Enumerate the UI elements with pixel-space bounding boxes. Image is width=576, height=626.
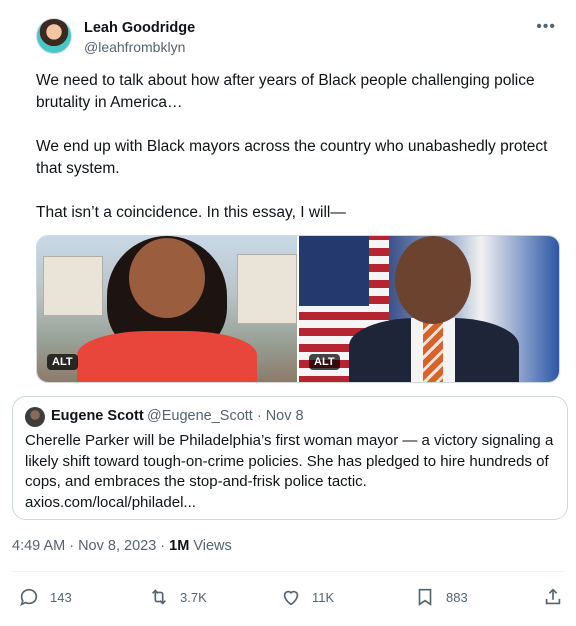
timestamp[interactable]: 4:49 AM · Nov 8, 2023 · bbox=[12, 538, 169, 554]
action-bar: 143 3.7K 11K 883 bbox=[12, 580, 568, 614]
share-button[interactable] bbox=[542, 586, 564, 608]
tweet-header: Leah Goodridge @leahfrombklyn ••• bbox=[36, 14, 564, 58]
media-grid: ALT ALT bbox=[36, 235, 560, 383]
face-shape bbox=[395, 236, 471, 324]
author-handle[interactable]: @leahfrombklyn bbox=[84, 39, 185, 55]
tweet-paragraph: We need to talk about how after years of… bbox=[36, 72, 535, 111]
face-shape bbox=[129, 238, 205, 318]
quote-author-meta: @Eugene_Scott · Nov 8 bbox=[147, 408, 304, 424]
tweet-paragraph: That isn’t a coincidence. In this essay,… bbox=[36, 204, 346, 221]
house-shape bbox=[237, 254, 297, 324]
reply-button[interactable]: 143 bbox=[18, 586, 72, 608]
views-label: Views bbox=[189, 538, 232, 554]
more-dots-icon[interactable]: ••• bbox=[536, 18, 556, 36]
media-image-2[interactable]: ALT bbox=[299, 236, 559, 382]
like-button[interactable]: 11K bbox=[280, 586, 334, 608]
share-icon bbox=[545, 588, 561, 605]
author-name[interactable]: Leah Goodridge bbox=[84, 20, 195, 36]
bookmark-icon bbox=[418, 588, 432, 606]
media-image-1[interactable]: ALT bbox=[37, 236, 297, 382]
bookmark-count: 883 bbox=[446, 589, 468, 605]
quote-avatar bbox=[25, 407, 45, 427]
bookmark-button[interactable]: 883 bbox=[414, 586, 468, 608]
alt-badge[interactable]: ALT bbox=[309, 354, 340, 370]
tweet-meta: 4:49 AM · Nov 8, 2023 · 1M Views bbox=[12, 538, 232, 554]
tweet-text: We need to talk about how after years of… bbox=[36, 70, 566, 246]
divider bbox=[12, 571, 564, 572]
repost-count: 3.7K bbox=[180, 589, 207, 605]
like-count: 11K bbox=[312, 589, 335, 605]
quote-tweet[interactable]: Eugene Scott @Eugene_Scott · Nov 8 Chere… bbox=[12, 396, 568, 520]
views-count: 1M bbox=[169, 538, 190, 554]
quote-body: Cherelle Parker will be Philadelphia’s f… bbox=[25, 432, 554, 490]
flag-stars bbox=[299, 236, 369, 306]
quote-text: Cherelle Parker will be Philadelphia’s f… bbox=[25, 431, 565, 513]
reply-icon bbox=[20, 588, 38, 606]
reply-count: 143 bbox=[50, 589, 72, 605]
repost-icon bbox=[151, 589, 167, 605]
author-avatar[interactable] bbox=[36, 18, 72, 54]
jacket-shape bbox=[77, 331, 257, 382]
tie-shape bbox=[423, 322, 443, 382]
tweet-paragraph: We end up with Black mayors across the c… bbox=[36, 138, 548, 177]
quote-author-name: Eugene Scott bbox=[51, 408, 144, 424]
quote-link[interactable]: axios.com/local/philadel... bbox=[25, 494, 196, 511]
alt-badge[interactable]: ALT bbox=[47, 354, 78, 370]
house-shape bbox=[43, 256, 103, 316]
heart-icon bbox=[283, 590, 299, 606]
repost-button[interactable]: 3.7K bbox=[148, 586, 207, 608]
